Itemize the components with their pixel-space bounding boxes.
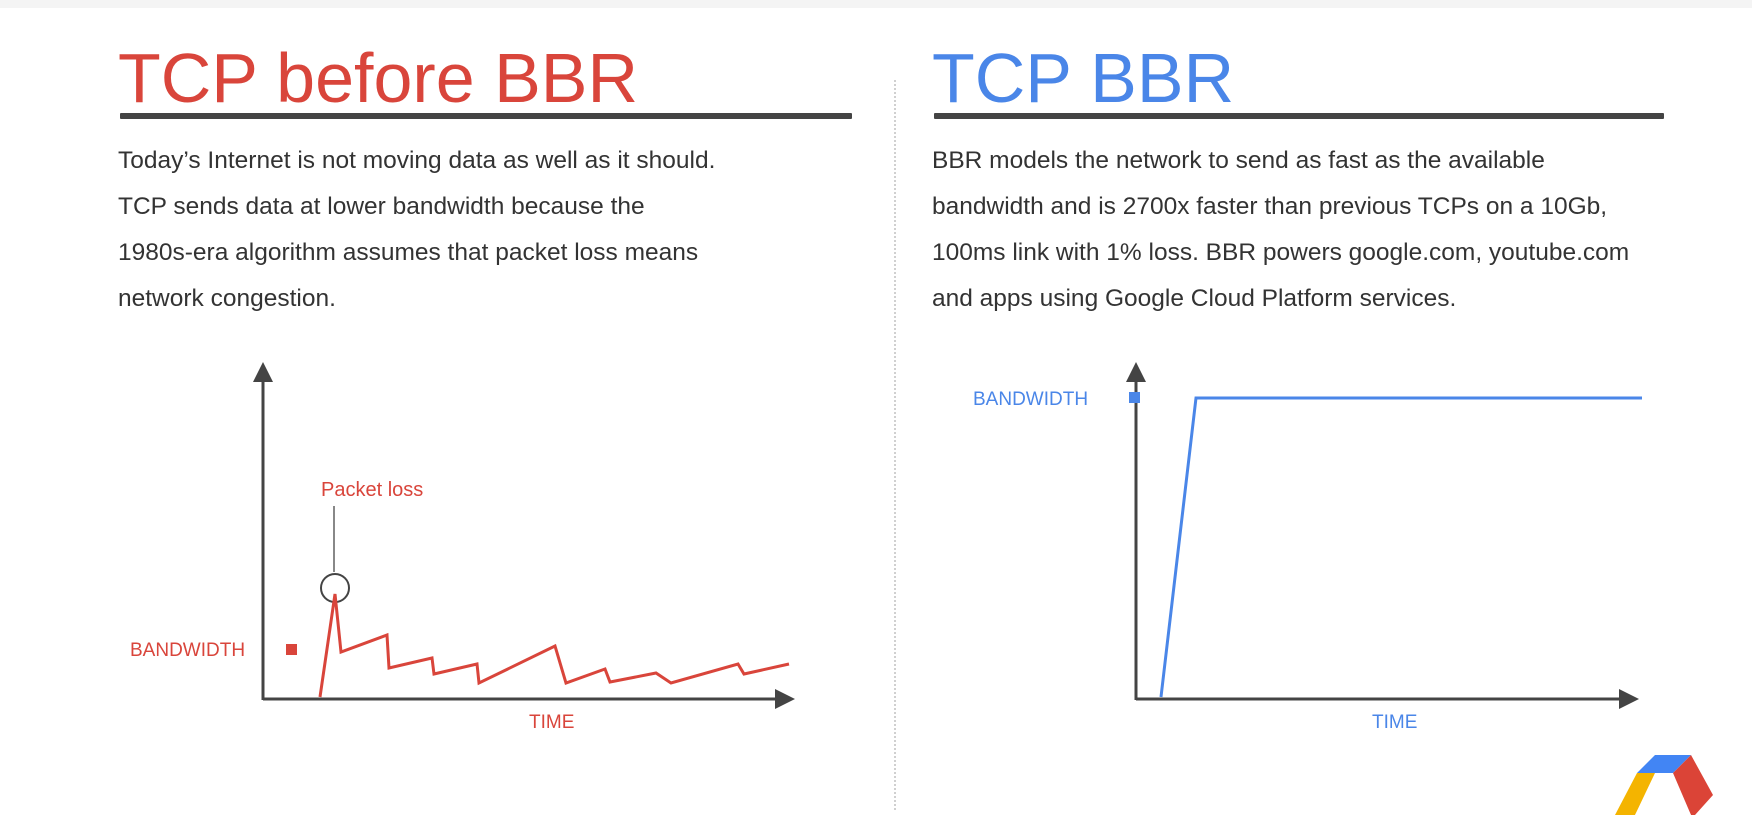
x-axis-arrow-icon	[1619, 689, 1639, 709]
bandwidth-marker	[1129, 392, 1140, 403]
google-cloud-platform-logo-icon	[1615, 755, 1713, 815]
bandwidth-line	[1159, 396, 1642, 698]
y-axis-label: BANDWIDTH	[973, 389, 1088, 410]
tcp-bbr-chart: BANDWIDTH TIME	[973, 362, 1642, 733]
y-axis-arrow-icon	[1126, 362, 1146, 382]
x-axis-label: TIME	[1372, 712, 1417, 733]
